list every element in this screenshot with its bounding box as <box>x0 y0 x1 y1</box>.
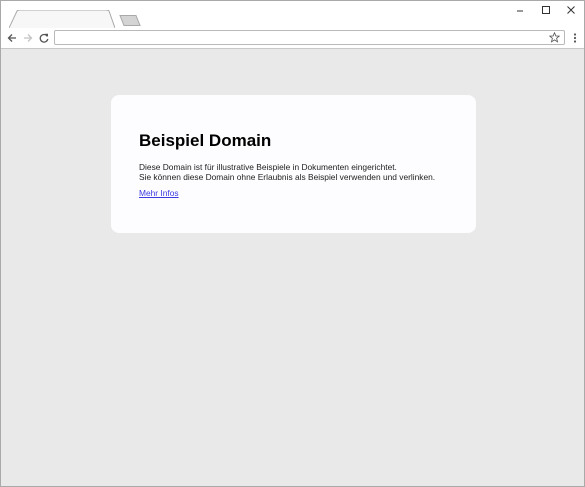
browser-tab[interactable] <box>9 10 115 28</box>
description-paragraph-2: Sie können diese Domain ohne Erlaubnis a… <box>139 172 436 182</box>
description-paragraph-1: Diese Domain ist für illustrative Beispi… <box>139 162 397 172</box>
star-icon[interactable] <box>549 32 560 43</box>
more-info-link[interactable]: Mehr Infos <box>139 188 179 198</box>
kebab-menu-icon <box>573 33 577 43</box>
back-button[interactable] <box>5 31 19 45</box>
reload-button[interactable] <box>37 31 51 45</box>
maximize-button[interactable] <box>533 2 559 18</box>
maximize-icon <box>542 6 550 14</box>
reload-icon <box>39 33 49 43</box>
page-viewport: Beispiel Domain Diese Domain ist für ill… <box>1 49 584 486</box>
arrow-left-icon <box>7 34 16 42</box>
page-heading: Beispiel Domain <box>139 131 272 150</box>
minimize-icon <box>517 10 523 12</box>
content-card: Beispiel Domain Diese Domain ist für ill… <box>111 95 476 233</box>
new-tab-button[interactable] <box>119 15 141 26</box>
close-button[interactable] <box>558 2 584 18</box>
browser-window: Beispiel Domain Diese Domain ist für ill… <box>0 0 585 487</box>
forward-button[interactable] <box>21 31 35 45</box>
browser-menu-button[interactable] <box>570 31 580 45</box>
minimize-button[interactable] <box>507 2 533 18</box>
browser-toolbar <box>1 28 584 49</box>
title-bar <box>1 1 584 28</box>
close-icon <box>567 6 575 14</box>
address-bar[interactable] <box>54 30 565 45</box>
arrow-right-icon <box>24 34 33 42</box>
